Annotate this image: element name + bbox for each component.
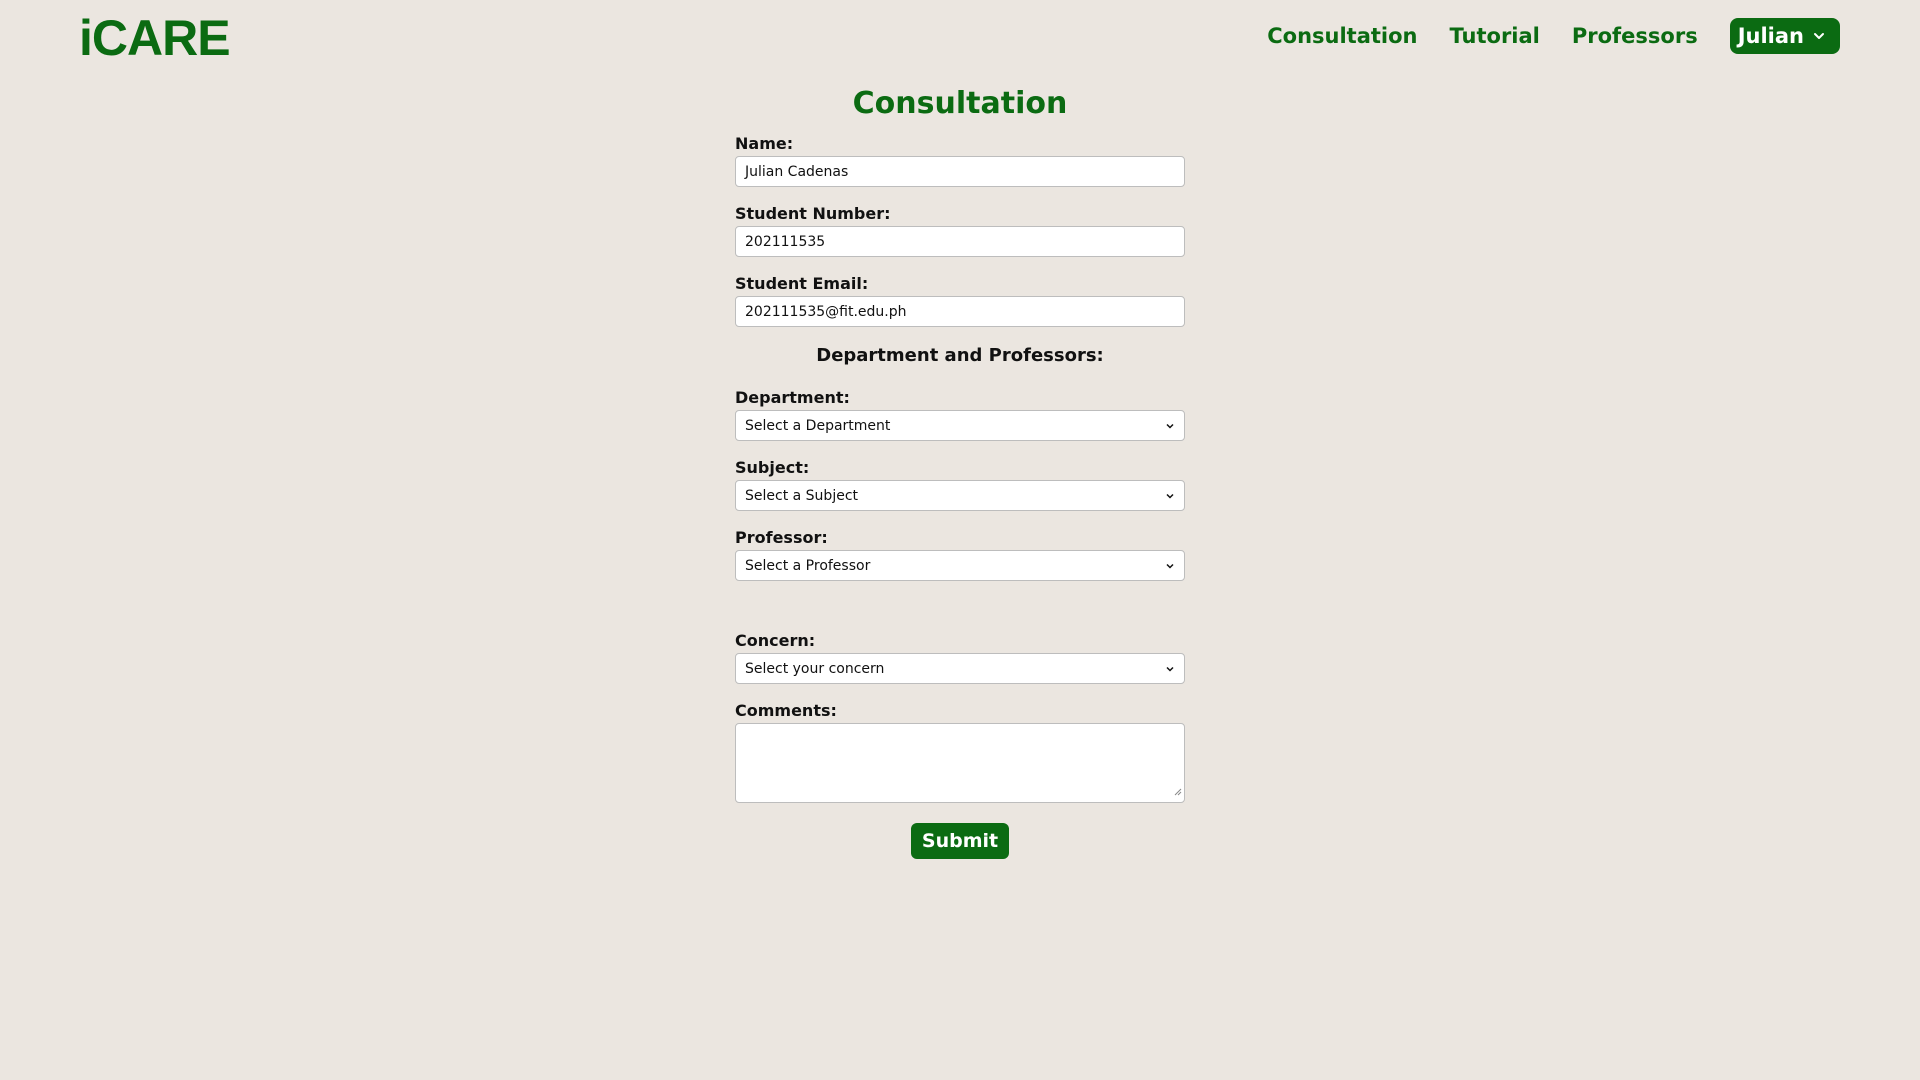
consultation-form: Consultation Name: Julian Cadenas Studen… xyxy=(735,84,1185,859)
name-group: Name: Julian Cadenas xyxy=(735,134,1185,187)
submit-row: Submit xyxy=(735,823,1185,859)
name-value: Julian Cadenas xyxy=(745,163,849,180)
professor-label: Professor: xyxy=(735,528,828,547)
department-group: Department: Select a Department xyxy=(735,388,1185,441)
student-email-value: 202111535@fit.edu.ph xyxy=(745,303,907,320)
name-label: Name: xyxy=(735,134,794,153)
concern-select[interactable]: Select your concern xyxy=(735,653,1185,684)
page-title: Consultation xyxy=(852,86,1068,121)
subject-selected-value: Select a Subject xyxy=(745,487,859,504)
chevron-down-icon xyxy=(1812,29,1826,43)
app-logo[interactable]: iCARE xyxy=(79,8,231,68)
student-number-value: 202111535 xyxy=(745,233,826,250)
nav-link-professors[interactable]: Professors xyxy=(1572,24,1698,48)
student-number-input[interactable]: 202111535 xyxy=(735,226,1185,257)
name-input[interactable]: Julian Cadenas xyxy=(735,156,1185,187)
concern-label: Concern: xyxy=(735,631,816,650)
concern-group: Concern: Select your concern xyxy=(735,631,1185,684)
chevron-down-icon xyxy=(1165,421,1175,431)
professor-selected-value: Select a Professor xyxy=(745,557,871,574)
nav-link-consultation[interactable]: Consultation xyxy=(1267,24,1417,48)
professor-select[interactable]: Select a Professor xyxy=(735,550,1185,581)
subject-group: Subject: Select a Subject xyxy=(735,458,1185,511)
user-name: Julian xyxy=(1737,24,1804,48)
submit-button[interactable]: Submit xyxy=(910,823,1010,859)
user-menu-button[interactable]: Julian xyxy=(1729,18,1840,54)
main-nav: Consultation Tutorial Professors Julian xyxy=(1267,18,1840,54)
department-section-heading: Department and Professors: xyxy=(816,345,1104,366)
department-label: Department: xyxy=(735,388,850,407)
chevron-down-icon xyxy=(1165,561,1175,571)
student-number-group: Student Number: 202111535 xyxy=(735,204,1185,257)
student-email-input[interactable]: 202111535@fit.edu.ph xyxy=(735,296,1185,327)
nav-link-tutorial[interactable]: Tutorial xyxy=(1450,24,1540,48)
chevron-down-icon xyxy=(1165,491,1175,501)
professor-group: Professor: Select a Professor xyxy=(735,528,1185,581)
comments-textarea[interactable] xyxy=(735,723,1185,803)
department-select[interactable]: Select a Department xyxy=(735,410,1185,441)
concern-selected-value: Select your concern xyxy=(745,660,885,677)
comments-label: Comments: xyxy=(735,701,837,720)
chevron-down-icon xyxy=(1165,664,1175,674)
student-email-label: Student Email: xyxy=(735,274,869,293)
student-email-group: Student Email: 202111535@fit.edu.ph xyxy=(735,274,1185,327)
student-number-label: Student Number: xyxy=(735,204,891,223)
subject-label: Subject: xyxy=(735,458,810,477)
resize-grip-icon[interactable] xyxy=(1174,781,1182,800)
comments-group: Comments: xyxy=(735,701,1185,803)
department-selected-value: Select a Department xyxy=(745,417,891,434)
subject-select[interactable]: Select a Subject xyxy=(735,480,1185,511)
top-navigation-bar: iCARE Consultation Tutorial Professors J… xyxy=(0,0,1920,72)
